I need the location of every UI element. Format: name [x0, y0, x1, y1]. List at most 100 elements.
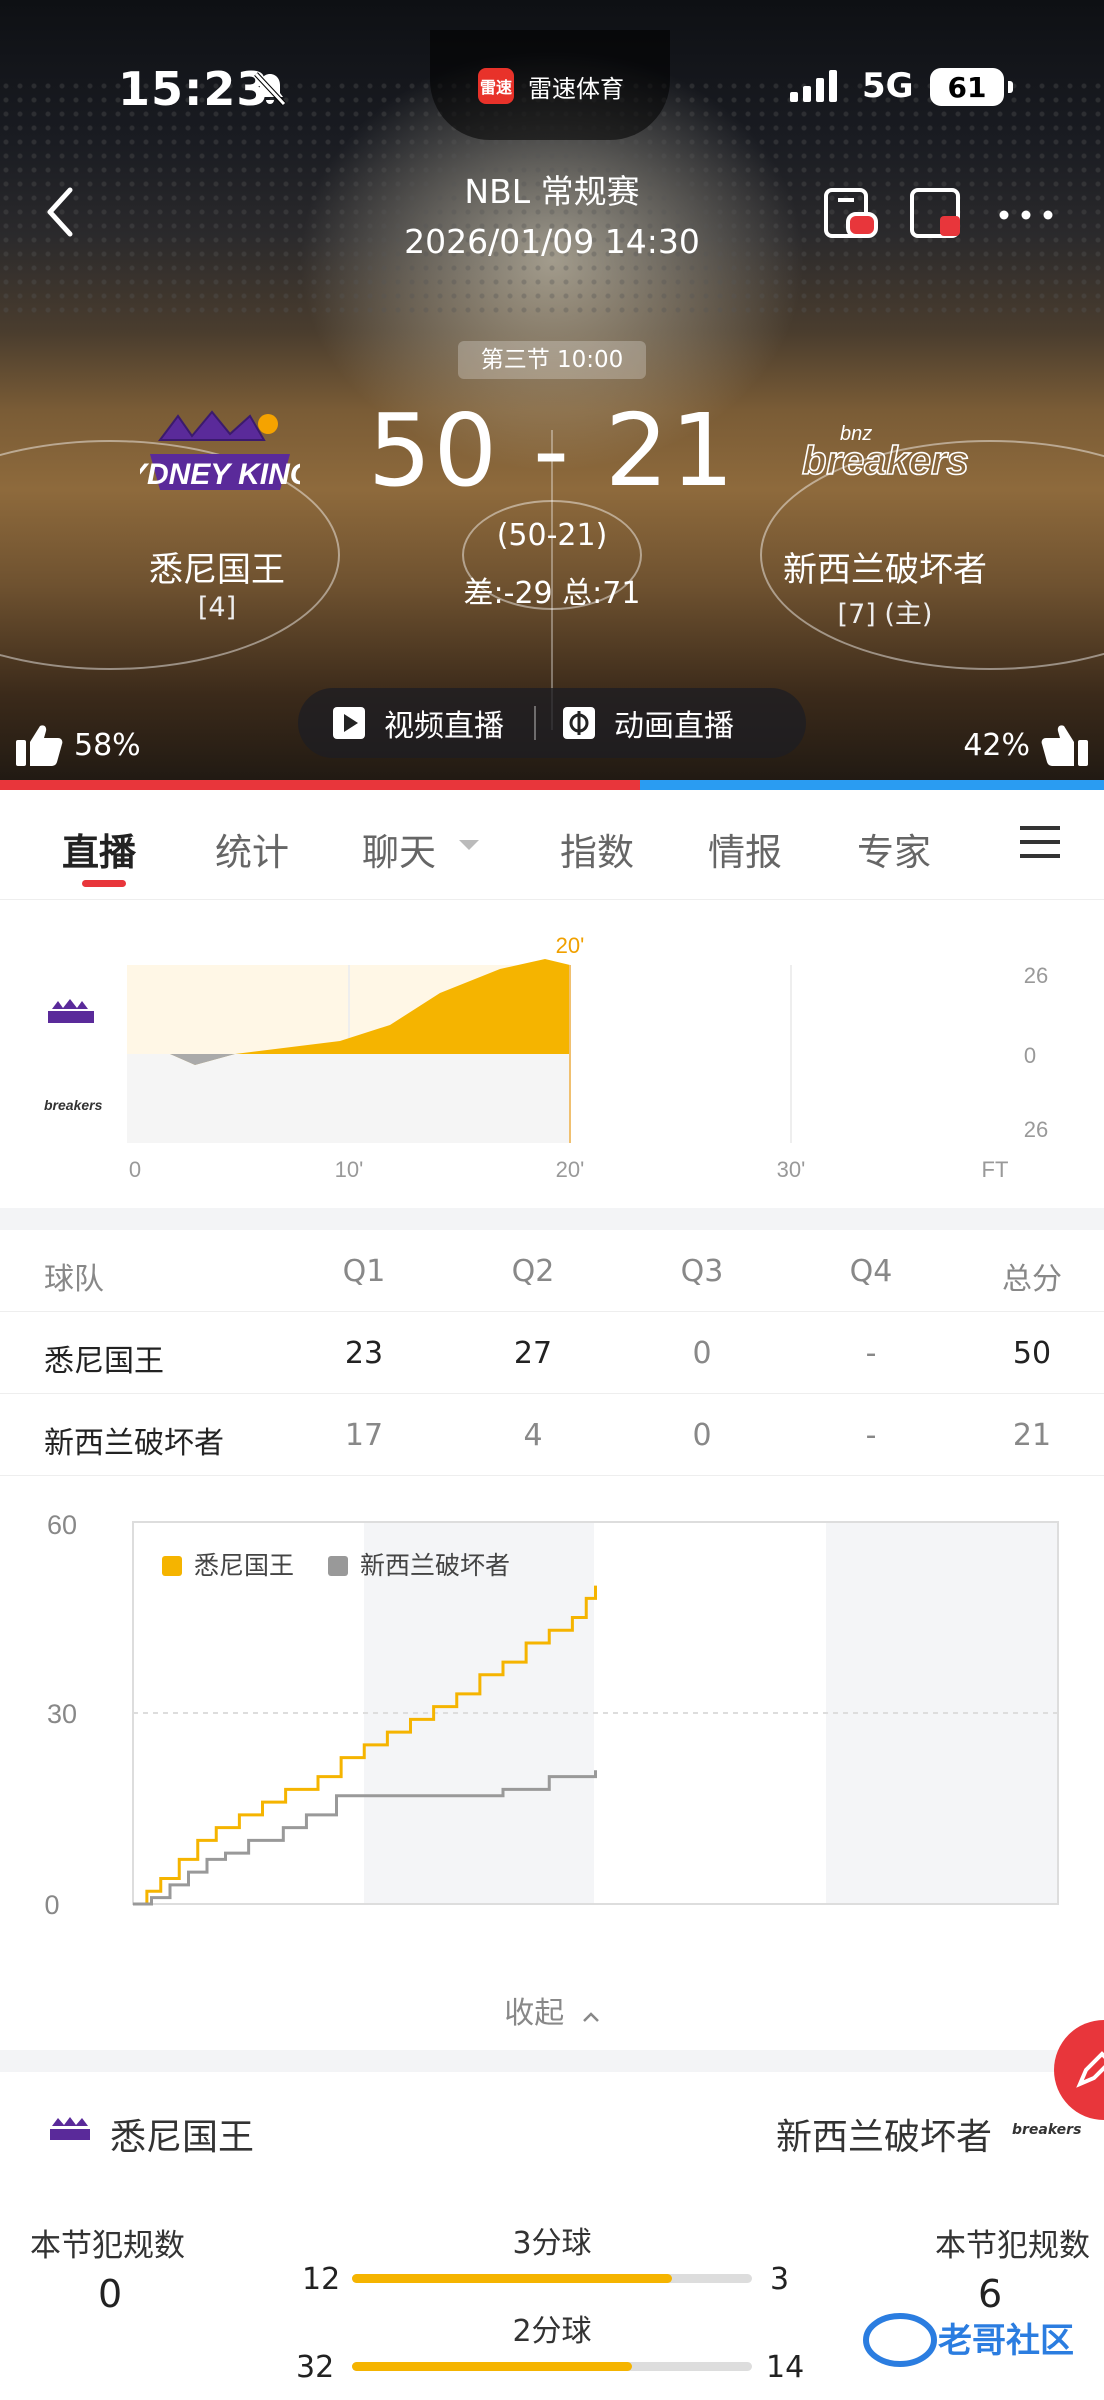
collapse-label: 收起 — [504, 1996, 565, 2031]
home-support-fill — [0, 780, 641, 790]
away-team-name[interactable]: 新西兰破坏者 — [725, 542, 1045, 591]
silent-bell-icon — [254, 72, 286, 106]
signal-icon — [790, 70, 837, 102]
tab-chat[interactable]: 聊天 — [362, 822, 436, 876]
header-q4: Q4 — [849, 1254, 893, 1289]
watermark: 老哥社区 — [860, 2300, 1100, 2380]
home-team-rank: [4] — [197, 592, 237, 623]
animation-live-button[interactable]: 动画直播 — [562, 688, 734, 758]
pip-window-icon[interactable] — [908, 186, 964, 242]
x-tick-q4: Q4 — [924, 1918, 960, 1920]
home-support[interactable]: 58% — [14, 722, 141, 768]
row-q3: 0 — [692, 1418, 712, 1453]
momentum-away-logo: breakers — [44, 1097, 103, 1113]
app-indicator[interactable]: 雷速 雷速体育 — [478, 64, 644, 108]
float-window-icon[interactable] — [822, 186, 878, 242]
tab-live[interactable]: 直播 — [62, 822, 136, 876]
thumbs-up-icon — [1041, 725, 1088, 766]
match-page: 15:23 雷速 雷速体育 5G 61 NBL 常规赛 2026/01/09 1… — [0, 0, 1104, 2400]
away-team-logo[interactable]: bnz breakers — [800, 412, 980, 492]
menu-icon[interactable] — [1018, 820, 1062, 864]
quarter-score-table: 球队 Q1 Q2 Q3 Q4 总分 悉尼国王 23 27 0 - 50 新西兰破… — [0, 1230, 1104, 1476]
stat-away-2pt: 14 — [766, 2350, 805, 2385]
more-options-icon[interactable] — [996, 200, 1056, 230]
away-team-rank: [7] (主) — [837, 599, 933, 630]
section-divider — [0, 2050, 1104, 2072]
away-support[interactable]: 42% — [963, 722, 1090, 768]
chat-dropdown-icon[interactable] — [457, 838, 481, 852]
header-q3: Q3 — [680, 1254, 724, 1289]
table-row[interactable]: 悉尼国王 23 27 0 - 50 — [0, 1312, 1104, 1394]
app-icon: 雷速 — [478, 68, 514, 104]
status-bar: 15:23 雷速 雷速体育 5G 61 — [0, 0, 1104, 130]
row-q4: - — [865, 1336, 877, 1371]
stat-label-3pt: 3分球 — [512, 2226, 592, 2261]
compare-away-name: 新西兰破坏者 — [775, 2117, 992, 2158]
thumbs-up-icon — [16, 725, 63, 766]
home-logo-text: SYDNEY KINGS — [140, 458, 300, 491]
watermark-logo: 老哥社区 — [863, 2313, 1074, 2367]
live-options: 视频直播 动画直播 — [298, 688, 806, 758]
momentum-x-tick: FT — [982, 1157, 1009, 1182]
momentum-x-tick: 30' — [777, 1157, 806, 1182]
home-team-logo[interactable]: SYDNEY KINGS — [140, 410, 300, 500]
animation-live-label: 动画直播 — [614, 709, 734, 744]
stat-bar-3pt-fill — [352, 2274, 672, 2283]
momentum-x-tick: 20' — [556, 1157, 585, 1182]
row-q2: 27 — [513, 1336, 553, 1371]
watermark-text: 老哥社区 — [938, 2322, 1074, 2360]
legend-swatch-away — [328, 1556, 348, 1576]
collapse-button[interactable]: 收起 — [0, 1988, 1104, 2032]
stat-home-2pt: 32 — [296, 2350, 335, 2385]
row-team: 悉尼国王 — [44, 1344, 164, 1379]
tab-intel[interactable]: 情报 — [708, 822, 782, 876]
x-tick-q3: Q3 — [693, 1918, 729, 1920]
legend-away: 新西兰破坏者 — [360, 1552, 510, 1580]
active-tab-indicator — [82, 880, 126, 887]
row-q1: 17 — [344, 1418, 384, 1453]
header-team: 球队 — [44, 1262, 104, 1297]
momentum-x-tick: 10' — [335, 1157, 364, 1182]
row-q4: - — [865, 1418, 877, 1453]
home-mini-logo — [50, 2117, 90, 2140]
momentum-x-tick: 0 — [129, 1157, 141, 1182]
row-q3: 0 — [692, 1336, 712, 1371]
momentum-home-logo — [48, 999, 94, 1023]
section-divider — [0, 1208, 1104, 1230]
network-type: 5G — [862, 66, 914, 106]
video-live-label: 视频直播 — [384, 709, 504, 744]
play-icon — [333, 707, 365, 739]
stat-home-3pt: 12 — [302, 2262, 341, 2297]
compare-home-name: 悉尼国王 — [110, 2117, 255, 2158]
video-live-button[interactable]: 视频直播 — [298, 688, 504, 758]
x-tick-q2: Q2 — [462, 1918, 498, 1920]
table-header: 球队 Q1 Q2 Q3 Q4 总分 — [0, 1230, 1104, 1312]
stat-bar-2pt — [352, 2362, 752, 2371]
header-q2: Q2 — [511, 1254, 555, 1289]
home-team-name[interactable]: 悉尼国王 — [57, 542, 377, 591]
momentum-y-tick: 26 — [1024, 1117, 1048, 1142]
away-logo-text: breakers — [802, 439, 969, 483]
header-total: 总分 — [1002, 1262, 1062, 1297]
away-momentum-area — [127, 1054, 570, 1143]
row-total: 50 — [1012, 1336, 1052, 1371]
compare-header: 悉尼国王 新西兰破坏者 breakers — [0, 2080, 1104, 2180]
table-row[interactable]: 新西兰破坏者 17 4 0 - 21 — [0, 1394, 1104, 1476]
stat-bar-2pt-fill — [352, 2362, 632, 2371]
current-time-marker: 20' — [556, 933, 585, 958]
tab-stats[interactable]: 统计 — [215, 822, 289, 876]
tab-experts[interactable]: 专家 — [857, 822, 931, 876]
momentum-y-tick: 26 — [1024, 963, 1048, 988]
app-name: 雷速体育 — [528, 74, 624, 103]
live-separator — [534, 706, 536, 740]
row-q2: 4 — [523, 1418, 543, 1453]
row-q1: 23 — [344, 1336, 384, 1371]
chevron-up-icon — [582, 2012, 599, 2022]
animation-icon — [563, 707, 595, 739]
tab-odds[interactable]: 指数 — [560, 822, 634, 876]
home-support-pct: 58% — [74, 727, 141, 763]
tab-bar: 直播 统计 聊天 指数 情报 专家 — [0, 790, 1104, 900]
header-q1: Q1 — [342, 1254, 386, 1289]
period-clock: 第三节 10:00 — [458, 341, 646, 379]
stat-bar-3pt — [352, 2274, 752, 2283]
